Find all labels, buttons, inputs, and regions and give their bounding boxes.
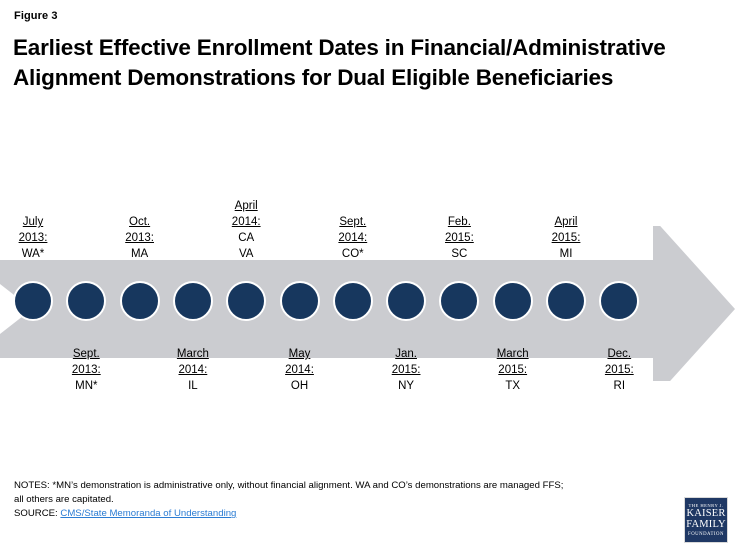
timeline-node-il [172,281,213,321]
timeline-label-ca-va: April 2014: CA VA [200,199,292,262]
timeline-node-mi [546,281,586,321]
timeline-node-ca-va [226,281,267,321]
timeline-label-ma: Oct. 2013: MA [94,215,186,263]
label-date-line-1: Feb. [447,216,471,229]
label-state: CA [238,232,255,245]
label-state: SC [451,248,468,261]
label-date-line-2: 2013: [18,232,48,245]
label-date-line-1: July [22,216,44,229]
notes-line-2: all others are capitated. [14,493,114,505]
timeline-label-wa: July 2013: WA* [0,215,79,263]
label-date-line-2: 2013: [71,363,101,376]
label-date-line-1: May [288,348,311,360]
label-state: CO* [341,248,364,261]
label-state: WA* [21,248,45,261]
label-state: IL [188,379,198,392]
label-state: NY [398,379,415,392]
timeline-chart: July 2013: WA* Sept. 2013: MN* Oct. 2013: MA Marc… [0,180,735,405]
label-state: TX [505,379,521,392]
label-date-line-2: 2015: [604,363,634,376]
timeline-label-ny: Jan. 2015: NY [360,347,452,395]
label-date-line-2: 2013: [125,232,154,245]
label-date-line-1: March [496,348,529,360]
label-state: MA [130,248,149,261]
timeline-node-ma [119,281,160,321]
source-label: SOURCE: [14,508,58,520]
label-date-line-2: 2014: [178,363,208,376]
label-state: VA [238,247,254,260]
timeline-label-ri: Dec. 2015: RI [573,347,665,395]
logo-line-foundation: FOUNDATION [688,531,724,537]
source-link[interactable]: CMS/State Memoranda of Understanding [60,508,236,519]
timeline-label-co: Sept. 2014: CO* [307,215,399,263]
timeline-label-mn: Sept. 2013: MN* [40,347,132,395]
label-date-line-2: 2015: [551,232,581,245]
timeline-node-wa [13,281,53,321]
kaiser-family-foundation-logo: THE HENRY J. KAISER FAMILY FOUNDATION [684,497,728,543]
timeline-node-tx [492,281,533,321]
timeline-label-sc: Feb. 2015: SC [413,215,505,263]
label-date-line-1: Dec. [607,348,632,360]
timeline-label-tx: March 2015: TX [467,347,559,395]
timeline-node-ny [386,281,427,321]
label-state: MN* [75,379,98,392]
label-state: OH [290,379,309,392]
label-date-line-2: 2015: [391,363,421,376]
source-line: SOURCE: CMS/State Memoranda of Understan… [14,507,674,521]
page-title: Earliest Effective Enrollment Dates in F… [13,35,666,90]
notes-line-1: NOTES: *MN’s demonstration is administra… [14,480,564,491]
logo-line-family: FAMILY [686,518,726,530]
label-date-line-1: Oct. [129,216,151,229]
label-date-line-2: 2015: [445,232,474,245]
label-date-line-2: 2014: [285,363,314,376]
label-date-line-1: March [176,348,209,360]
label-state: RI [613,379,626,392]
label-date-line-2: 2014: [338,232,368,245]
label-state: MI [559,248,573,261]
timeline-label-oh: May 2014: OH [254,347,346,395]
label-date-line-1: April [234,200,258,213]
label-date-line-1: Jan. [395,348,417,360]
footer-notes: NOTES: *MN’s demonstration is administra… [14,479,674,521]
label-date-line-1: Sept. [339,216,367,229]
timeline-node-oh [279,281,320,321]
label-date-line-1: Sept. [72,348,100,360]
label-date-line-2: 2014: [231,216,261,229]
label-date-line-2: 2015: [498,363,528,376]
figure-label: Figure 3 [14,10,58,22]
timeline-label-mi: April 2015: MI [520,215,612,263]
label-date-line-1: April [554,216,578,229]
timeline-label-il: March 2014: IL [147,347,239,395]
timeline-node-co [332,281,373,321]
